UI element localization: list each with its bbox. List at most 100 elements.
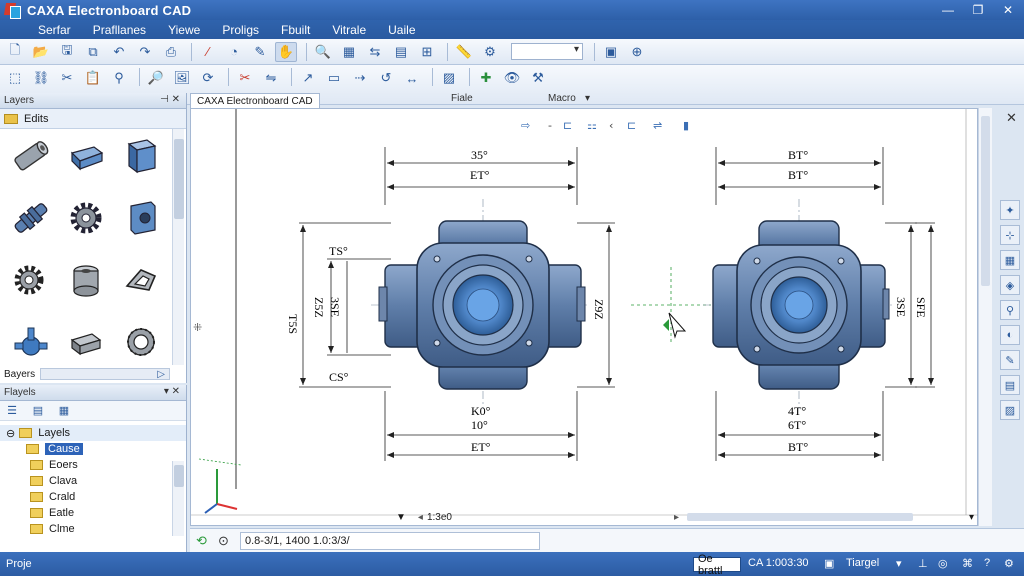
view-props-icon[interactable]: ▮ [683,119,689,132]
status-snap-label[interactable]: Tiargel [846,557,879,569]
mirror-icon[interactable]: ⇋ [260,68,282,88]
menu-item-7[interactable]: Uaile [388,23,415,37]
copy-icon[interactable]: ⧉ [82,42,104,62]
cube-part-icon[interactable] [59,133,114,179]
open-file-icon[interactable]: 📂 [30,42,52,62]
scroll-left-icon[interactable]: ◂ [418,512,423,523]
scroll-end-icon[interactable]: ▾ [969,512,974,523]
palette-grid-icon[interactable]: ▤ [1000,375,1020,395]
ring-part-icon[interactable] [113,319,168,365]
rotate-icon[interactable]: ↺ [375,68,397,88]
box-part-icon[interactable] [113,133,168,179]
dimension-icon[interactable]: ↔ [401,68,423,88]
canvas-hscrollbar[interactable]: ▼ ◂ 1:3e0 ▸ ▾ [190,510,978,524]
valve-part-icon[interactable] [4,319,59,365]
save-icon[interactable]: 🖫 [56,42,78,62]
restore-icon[interactable]: ❐ [968,1,988,18]
gear-small-part-icon[interactable] [4,257,59,303]
status-settings-icon[interactable]: ⚙ [1004,557,1014,570]
menu-item-6[interactable]: Vitrale [332,23,366,37]
tree-item[interactable]: Clava [0,473,186,489]
scroll-down-icon[interactable]: ▼ [396,512,406,523]
view-icon[interactable]: 👁 [501,68,523,88]
clipboard-icon[interactable]: 📋 [82,68,104,88]
tree-item[interactable]: Eoers [0,457,186,473]
print-icon[interactable]: ⎙ [160,42,182,62]
cut-icon[interactable]: ✂ [56,68,78,88]
palette-layer-icon[interactable]: ◈ [1000,275,1020,295]
scroll-right-icon[interactable]: ▸ [674,512,679,523]
shaft-part-icon[interactable] [4,195,59,241]
view-layers-icon[interactable]: ⚏ [587,119,597,132]
layer-properties-icon[interactable]: ▦ [56,403,72,419]
align-icon[interactable]: ⇆ [364,42,386,62]
tree-item[interactable]: Eatle [0,505,186,521]
palette-table-icon[interactable]: ▦ [1000,250,1020,270]
group-more-icon[interactable]: ▾ [585,93,590,104]
refresh-icon[interactable]: ⟳ [197,68,219,88]
select-icon[interactable]: ⬚ [4,68,26,88]
command-line-input[interactable]: 0.8-3/1, 1400 1.0:3/3/ [240,531,540,550]
status-grid-icon[interactable]: ▾ [896,557,902,570]
palette-chart-icon[interactable]: ▨ [1000,400,1020,420]
minimize-icon[interactable]: — [938,1,958,18]
menu-item-3[interactable]: Yiewe [168,23,200,37]
offset-icon[interactable]: ⇢ [349,68,371,88]
menu-item-1[interactable]: Serfar [38,23,71,37]
tree-item[interactable]: Clme [0,521,186,537]
edit-icon[interactable]: ✎ [249,42,271,62]
measure-icon[interactable]: 📏 [453,42,475,62]
list-view-icon[interactable]: ☰ [4,403,20,419]
status-lock-icon[interactable]: ⌘ [962,557,973,570]
view-fit-icon[interactable]: ⊏ [563,119,572,132]
status-mode-box[interactable]: Oe brattl [693,553,741,576]
redo-icon[interactable]: ↷ [134,42,156,62]
view-back-icon[interactable]: ‹ [609,119,613,132]
link-icon[interactable]: ⛓ [30,68,52,88]
cylinder-part-icon[interactable] [4,133,59,179]
command-refresh-icon[interactable]: ⟲ [196,533,207,549]
grid-icon[interactable]: ▦ [338,42,360,62]
tree-root[interactable]: ⊖ Layels [0,425,186,441]
layers-scrollbar[interactable] [172,461,184,536]
snap-icon[interactable]: ⊞ [416,42,438,62]
new-layer-icon[interactable]: ▤ [30,403,46,419]
scroll-right-icon[interactable]: ▷ [157,369,165,380]
drawing-canvas[interactable]: ⇨ - ⊏ ⚏ ‹ ⊏ ⇌ ▮ 35° ET° T5S Z5Z TS° CS° … [190,108,979,526]
menu-item-5[interactable]: Fbuilt [281,23,310,37]
status-ortho-icon[interactable]: ⊥ [918,557,928,570]
gear-part-icon[interactable] [59,195,114,241]
close-icon[interactable]: ✕ [998,1,1018,18]
panel-pin-icon[interactable]: ⊣ ✕ [160,94,180,105]
rect-icon[interactable]: ▭ [323,68,345,88]
tools-icon[interactable]: ⚒ [527,68,549,88]
layer-icon[interactable]: ▤ [390,42,412,62]
hatch-icon[interactable]: ▨ [438,68,460,88]
bushing-part-icon[interactable] [59,257,114,303]
palette-point-icon[interactable]: ⊹ [1000,225,1020,245]
status-snap-icon[interactable]: ▣ [824,557,834,570]
clamp-part-icon[interactable] [113,257,168,303]
status-help-icon[interactable]: ? [984,557,990,569]
command-target-icon[interactable]: ⊙ [218,533,229,549]
canvas-close-icon[interactable]: ✕ [1006,110,1017,126]
block-part-icon[interactable] [59,319,114,365]
status-polar-icon[interactable]: ◎ [938,557,948,570]
line-tool-icon[interactable]: ∕ [197,42,219,62]
window-icon[interactable]: ▣ [600,42,622,62]
view-pan-icon[interactable]: ⇨ [521,119,530,132]
image-icon[interactable]: 🖼 [171,68,193,88]
canvas-vscrollbar[interactable] [978,108,992,526]
document-tab[interactable]: CAXA Electronboard CAD [190,93,320,108]
palette-zoom-icon[interactable]: ⚲ [1000,300,1020,320]
parts-hscrollbar[interactable] [40,368,170,380]
menu-item-4[interactable]: Proligs [222,23,259,37]
menu-item-2[interactable]: Prafllanes [93,23,146,37]
view-window-icon[interactable]: ⊏ [627,119,636,132]
pan-icon[interactable]: ✋ [275,41,297,62]
palette-draw-icon[interactable]: ✎ [1000,350,1020,370]
properties-icon[interactable]: ⚙ [479,42,501,62]
arc-tool-icon[interactable]: ◔ [223,42,245,62]
undo-icon[interactable]: ↶ [108,42,130,62]
view-minus-icon[interactable]: - [548,119,552,132]
